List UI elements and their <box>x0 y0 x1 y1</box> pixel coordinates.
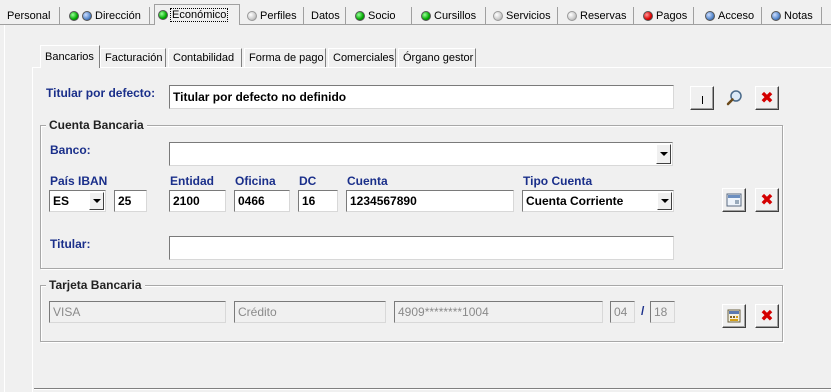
status-led-icon <box>771 10 781 21</box>
cuenta-field[interactable]: 1234567890 <box>346 190 514 212</box>
titular-delete-button[interactable]: ✖ <box>755 86 779 110</box>
tab-acceso[interactable]: Acceso <box>702 7 762 24</box>
banco-label: Banco: <box>50 143 91 157</box>
banco-select[interactable] <box>169 142 673 166</box>
tab-label: Servicios <box>506 9 551 22</box>
tab-label: Reservas <box>580 9 627 22</box>
main-tab-strip: Personal Dirección Económico Perfiles Da… <box>0 0 831 25</box>
entidad-field[interactable]: 2100 <box>169 190 226 212</box>
red-x-icon: ✖ <box>760 88 774 107</box>
status-led-icon <box>643 10 653 21</box>
tarjeta-anio-field[interactable]: 18 <box>650 301 675 323</box>
tab-personal[interactable]: Personal <box>4 7 60 24</box>
tab-label: Perfiles <box>260 9 297 22</box>
titular-defecto-field[interactable]: Titular por defecto no definido <box>169 85 674 109</box>
subtab-facturacion[interactable]: Facturación <box>100 48 166 67</box>
chevron-down-icon[interactable] <box>89 192 104 210</box>
entidad-label: Entidad <box>170 174 214 188</box>
tab-label: Socio <box>368 9 396 22</box>
cuenta-detail-button[interactable] <box>722 188 746 212</box>
chevron-down-icon[interactable] <box>656 144 671 164</box>
subtab-comerciales[interactable]: Comerciales <box>328 48 396 67</box>
tipo-cuenta-select[interactable]: Cuenta Corriente <box>522 190 674 212</box>
panel-bottom-edge <box>34 388 831 390</box>
tab-notas[interactable]: Notas <box>768 7 822 24</box>
iban-check-field[interactable]: 25 <box>114 190 147 212</box>
pais-iban-value: ES <box>53 194 70 208</box>
chevron-down-icon[interactable] <box>657 192 672 210</box>
red-x-icon: ✖ <box>760 306 774 325</box>
tab-label: Personal <box>7 9 51 22</box>
tab-cursillos[interactable]: Cursillos <box>418 7 486 24</box>
subtab-label: Facturación <box>105 52 163 64</box>
status-led-icon <box>705 10 715 21</box>
tarjeta-mes-field[interactable]: 04 <box>610 301 635 323</box>
subtab-contabilidad[interactable]: Contabilidad <box>168 48 242 67</box>
status-led-icon <box>421 10 431 21</box>
tab-socio[interactable]: Socio <box>352 7 412 24</box>
tab-perfiles[interactable]: Perfiles <box>244 7 304 24</box>
tarjeta-marca-field[interactable]: VISA <box>49 301 226 323</box>
cuenta-delete-button[interactable]: ✖ <box>755 188 779 212</box>
status-led-icon <box>355 10 365 21</box>
tipo-cuenta-label: Tipo Cuenta <box>523 174 593 188</box>
oficina-field[interactable]: 0466 <box>234 190 290 212</box>
dc-field[interactable]: 16 <box>298 190 338 212</box>
titular-defecto-label: Titular por defecto: <box>46 86 156 100</box>
subtab-organo-gestor[interactable]: Órgano gestor <box>398 48 476 67</box>
tab-label: Pagos <box>656 9 688 22</box>
subtab-forma-de-pago[interactable]: Forma de pago <box>244 48 326 67</box>
tab-direccion[interactable]: Dirección <box>66 7 150 24</box>
dc-label: DC <box>299 174 317 188</box>
subtab-label: Contabilidad <box>173 52 235 64</box>
titular-label: Titular: <box>50 237 91 251</box>
tab-reservas[interactable]: Reservas <box>564 7 634 24</box>
status-led-icon <box>493 10 503 21</box>
tarjeta-tipo-field[interactable]: Crédito <box>234 301 386 323</box>
tarjeta-bancaria-legend: Tarjeta Bancaria <box>46 278 145 292</box>
red-x-icon: ✖ <box>760 190 774 209</box>
status-led-icon <box>158 10 168 20</box>
tab-economico[interactable]: Económico <box>154 4 240 25</box>
tarjeta-delete-button[interactable]: ✖ <box>755 304 779 328</box>
status-led-icon <box>247 10 257 21</box>
titular-field[interactable] <box>169 236 674 260</box>
tab-datos[interactable]: Datos <box>308 7 346 24</box>
subtab-label: Comerciales <box>333 52 395 64</box>
pais-iban-label: País IBAN <box>50 174 108 188</box>
cuenta-bancaria-legend: Cuenta Bancaria <box>46 118 147 132</box>
tarjeta-detail-button[interactable] <box>722 304 746 328</box>
status-led-icon <box>567 10 577 21</box>
cursor-bar-icon <box>701 96 703 104</box>
fecha-separador: / <box>641 304 645 318</box>
pais-iban-select[interactable]: ES <box>49 190 106 212</box>
tab-label: Acceso <box>718 9 755 22</box>
magnifier-icon[interactable] <box>724 87 746 109</box>
subtab-label: Forma de pago <box>249 52 324 64</box>
tab-label: Económico <box>169 8 229 22</box>
subtab-label: Bancarios <box>45 51 94 63</box>
subtab-label: Órgano gestor <box>403 52 474 64</box>
titular-select-button[interactable] <box>690 86 714 110</box>
tarjeta-numero-field[interactable]: 4909********1004 <box>394 301 603 323</box>
oficina-label: Oficina <box>235 174 276 188</box>
calculator-icon <box>727 309 741 323</box>
tipo-cuenta-value: Cuenta Corriente <box>526 194 624 208</box>
tab-pagos[interactable]: Pagos <box>640 7 694 24</box>
subtab-bancarios[interactable]: Bancarios <box>40 45 100 68</box>
status-led-icon <box>82 10 92 21</box>
tab-label: Notas <box>784 9 813 22</box>
tab-servicios[interactable]: Servicios <box>490 7 558 24</box>
tab-label: Datos <box>311 9 340 22</box>
cuenta-label: Cuenta <box>347 174 388 188</box>
tab-label: Cursillos <box>434 9 477 22</box>
tab-label: Dirección <box>95 9 141 22</box>
card-icon <box>726 193 742 207</box>
status-led-icon <box>69 10 79 21</box>
